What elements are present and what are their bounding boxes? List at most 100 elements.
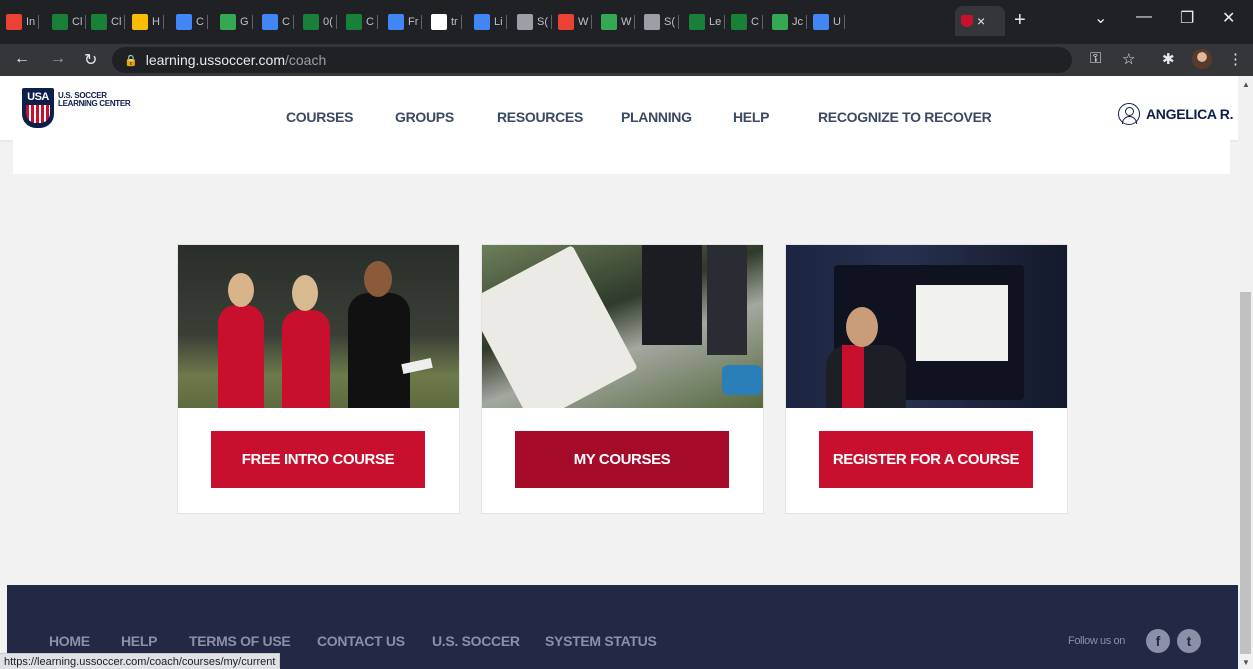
- tab-label: C: [196, 16, 204, 28]
- tab-favicon-icon: [303, 14, 319, 30]
- footer-ussoccer[interactable]: U.S. SOCCER: [432, 633, 520, 649]
- nav-resources[interactable]: RESOURCES: [497, 109, 583, 125]
- browser-toolbar: ← → ↻ 🔒 learning.ussoccer.com/coach ⚿ ☆ …: [0, 44, 1253, 76]
- browser-tab[interactable]: Jc: [772, 8, 807, 36]
- back-icon[interactable]: ←: [14, 50, 30, 68]
- address-bar[interactable]: 🔒 learning.ussoccer.com/coach: [112, 47, 1072, 73]
- close-window-icon[interactable]: ✕: [1222, 8, 1235, 28]
- facebook-icon[interactable]: f: [1146, 629, 1170, 653]
- browser-tab[interactable]: G: [220, 8, 253, 36]
- free-intro-course-button[interactable]: FREE INTRO COURSE: [211, 431, 425, 488]
- browser-tab[interactable]: S(: [517, 8, 552, 36]
- tab-favicon-icon: [689, 14, 705, 30]
- follow-us-label: Follow us on: [1068, 635, 1125, 647]
- scroll-up-icon[interactable]: ▲: [1242, 80, 1250, 89]
- footer-help[interactable]: HELP: [121, 633, 157, 649]
- site-header: USA U.S. SOCCER LEARNING CENTER COURSES …: [0, 76, 1238, 140]
- menu-dots-icon[interactable]: ⋮: [1228, 50, 1243, 68]
- nav-courses[interactable]: COURSES: [286, 109, 353, 125]
- browser-tab[interactable]: Li: [474, 8, 507, 36]
- tab-favicon-icon: [388, 14, 404, 30]
- tab-label: In: [26, 16, 36, 28]
- ussoccer-favicon-icon: [961, 15, 973, 27]
- minimize-icon[interactable]: —: [1136, 8, 1152, 26]
- tab-label: Fr: [408, 16, 419, 28]
- tab-label: H: [152, 16, 160, 28]
- tab-label: G: [240, 16, 249, 28]
- new-tab-button[interactable]: +: [1014, 10, 1026, 30]
- browser-tab[interactable]: C: [262, 8, 294, 36]
- tab-favicon-icon: [644, 14, 660, 30]
- browser-tab[interactable]: Cl: [52, 8, 87, 36]
- footer-terms[interactable]: TERMS OF USE: [189, 633, 291, 649]
- restore-icon[interactable]: ❐: [1180, 8, 1194, 28]
- nav-groups[interactable]: GROUPS: [395, 109, 454, 125]
- browser-tab[interactable]: W: [558, 8, 593, 36]
- browser-tab[interactable]: Le: [689, 8, 726, 36]
- register-for-course-button[interactable]: REGISTER FOR A COURSE: [819, 431, 1033, 488]
- nav-planning[interactable]: PLANNING: [621, 109, 692, 125]
- subheader-panel: [13, 140, 1230, 174]
- browser-tab[interactable]: Cl: [91, 8, 126, 36]
- tab-favicon-icon: [474, 14, 490, 30]
- scroll-down-icon[interactable]: ▼: [1242, 658, 1250, 667]
- reload-icon[interactable]: ↻: [84, 50, 97, 70]
- browser-tab[interactable]: Fr: [388, 8, 423, 36]
- browser-tab[interactable]: C: [346, 8, 378, 36]
- tab-favicon-icon: [431, 14, 447, 30]
- profile-avatar[interactable]: [1192, 49, 1212, 69]
- forward-icon[interactable]: →: [50, 50, 66, 68]
- active-tab[interactable]: ×: [955, 6, 1005, 36]
- browser-tab[interactable]: In: [6, 8, 40, 36]
- tab-favicon-icon: [346, 14, 362, 30]
- tab-label: C: [282, 16, 290, 28]
- tab-favicon-icon: [558, 14, 574, 30]
- tab-label: Li: [494, 16, 503, 28]
- tab-favicon-icon: [813, 14, 829, 30]
- footer-system-status[interactable]: SYSTEM STATUS: [545, 633, 657, 649]
- footer-home[interactable]: HOME: [49, 633, 90, 649]
- url-path: /coach: [285, 52, 327, 68]
- browser-tab[interactable]: U: [813, 8, 845, 36]
- tab-label: W: [578, 16, 589, 28]
- key-icon[interactable]: ⚿: [1090, 50, 1101, 67]
- tab-label: 0(: [323, 16, 333, 28]
- nav-help[interactable]: HELP: [733, 109, 769, 125]
- nav-recognize-to-recover[interactable]: RECOGNIZE TO RECOVER: [818, 109, 992, 125]
- tab-label: Cl: [72, 16, 83, 28]
- browser-tab[interactable]: H: [132, 8, 164, 36]
- logo-line2: LEARNING CENTER: [58, 99, 131, 108]
- browser-tab[interactable]: 0(: [303, 8, 337, 36]
- tab-favicon-icon: [517, 14, 533, 30]
- extensions-icon[interactable]: ✱: [1162, 50, 1175, 68]
- tab-favicon-icon: [132, 14, 148, 30]
- user-icon: [1118, 103, 1140, 125]
- browser-tab[interactable]: S(: [644, 8, 679, 36]
- browser-tab[interactable]: C: [176, 8, 208, 36]
- tab-label: S(: [537, 16, 548, 28]
- footer-contact[interactable]: CONTACT US: [317, 633, 405, 649]
- coaches-photo: [178, 245, 459, 408]
- browser-tab[interactable]: tr: [431, 8, 462, 36]
- card-my-courses: MY COURSES: [481, 244, 764, 514]
- browser-tab[interactable]: W: [601, 8, 636, 36]
- user-menu[interactable]: ANGELICA R.: [1118, 103, 1233, 125]
- tab-close-icon[interactable]: ×: [977, 13, 985, 29]
- card-register: REGISTER FOR A COURSE: [785, 244, 1068, 514]
- tab-favicon-icon: [6, 14, 22, 30]
- tab-favicon-icon: [91, 14, 107, 30]
- tab-label: Jc: [792, 16, 803, 28]
- user-name: ANGELICA R.: [1146, 106, 1234, 122]
- lock-icon: 🔒: [124, 54, 138, 67]
- status-bar-url: https://learning.ussoccer.com/coach/cour…: [0, 653, 281, 669]
- tab-label: Le: [709, 16, 722, 28]
- scrollbar-thumb[interactable]: [1240, 292, 1251, 654]
- browser-tab[interactable]: C: [731, 8, 763, 36]
- clipboard-photo: [482, 245, 763, 408]
- tab-search-icon[interactable]: ⌄: [1094, 8, 1107, 28]
- bookmark-star-icon[interactable]: ☆: [1122, 50, 1135, 68]
- my-courses-button[interactable]: MY COURSES: [515, 431, 729, 488]
- twitter-icon[interactable]: t: [1177, 629, 1201, 653]
- tab-favicon-icon: [731, 14, 747, 30]
- ussoccer-logo[interactable]: USA U.S. SOCCER LEARNING CENTER: [22, 88, 131, 128]
